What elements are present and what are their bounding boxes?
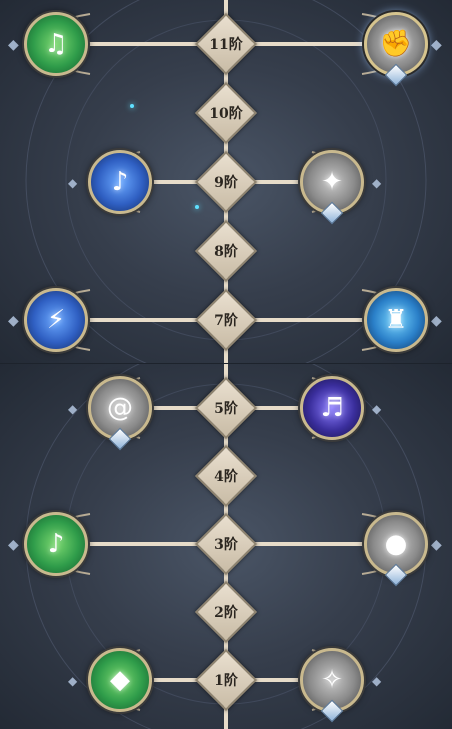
svg-text:◆: ◆ bbox=[431, 537, 442, 553]
tier-label-7: 7阶 bbox=[214, 313, 238, 329]
skill-11-right[interactable]: ✊ bbox=[364, 12, 428, 87]
skill-1-left[interactable]: ◆ bbox=[88, 648, 152, 712]
svg-text:◆: ◆ bbox=[68, 674, 78, 688]
skill-1-right[interactable]: ✧ bbox=[300, 648, 364, 723]
record-notes-icon: ♬ bbox=[320, 393, 344, 423]
tier-label-11: 11阶 bbox=[209, 37, 243, 53]
microphone-stand-icon: ♜ bbox=[384, 305, 408, 335]
music-notes-icon: ♫ bbox=[44, 29, 68, 59]
fist-icon: ✊ bbox=[379, 29, 413, 59]
svg-text:◆: ◆ bbox=[372, 674, 382, 688]
stage-icon: ⚡ bbox=[46, 305, 66, 335]
svg-text:◆: ◆ bbox=[431, 313, 442, 329]
skill-3-left[interactable]: ♪ bbox=[24, 512, 88, 576]
skill-11-left[interactable]: ♫ bbox=[24, 12, 88, 76]
svg-text:◆: ◆ bbox=[372, 402, 382, 416]
droplet-icon: ● bbox=[384, 529, 408, 559]
skill-tree-upper-panel: ◆ ◆ ◆ ◆ ◆ ◆ 11阶 10阶 9阶 8阶 7阶 ♫ ✊ ♪ ✦ ⚡ ♜ bbox=[0, 0, 452, 364]
vortex-icon: @ bbox=[107, 393, 133, 423]
tier-label-9: 9阶 bbox=[214, 175, 238, 191]
sparkle-particle bbox=[195, 205, 199, 209]
svg-text:◆: ◆ bbox=[8, 537, 19, 553]
svg-text:◆: ◆ bbox=[431, 37, 442, 53]
skill-5-left[interactable]: @ bbox=[88, 376, 152, 451]
sparkle-particle bbox=[130, 104, 134, 108]
tier-label-1: 1阶 bbox=[214, 673, 238, 689]
dancer-icon: ♪ bbox=[111, 167, 129, 197]
skill-7-right[interactable]: ♜ bbox=[364, 288, 428, 352]
skill-5-right[interactable]: ♬ bbox=[300, 376, 364, 440]
tier-label-2: 2阶 bbox=[214, 605, 238, 621]
skill-tree-lower-panel: ◆ ◆ ◆ ◆ ◆ ◆ 5阶 4阶 3阶 2阶 1阶 @ ♬ ♪ ● ◆ ✧ bbox=[0, 364, 452, 729]
skill-9-right[interactable]: ✦ bbox=[300, 150, 364, 225]
tier-label-8: 8阶 bbox=[214, 244, 238, 260]
svg-text:◆: ◆ bbox=[68, 402, 78, 416]
wing-icon: ✧ bbox=[321, 665, 343, 695]
skill-3-right[interactable]: ● bbox=[364, 512, 428, 587]
music-note-icon: ♪ bbox=[47, 529, 65, 559]
svg-text:◆: ◆ bbox=[8, 313, 19, 329]
svg-text:◆: ◆ bbox=[8, 37, 19, 53]
figure-sparkle-icon: ✦ bbox=[321, 167, 343, 197]
tier-label-5: 5阶 bbox=[214, 401, 238, 417]
tier-label-10: 10阶 bbox=[209, 106, 243, 122]
tier-label-3: 3阶 bbox=[214, 537, 238, 553]
svg-text:◆: ◆ bbox=[68, 176, 78, 190]
tier-label-4: 4阶 bbox=[214, 469, 238, 485]
skill-7-left[interactable]: ⚡ bbox=[24, 288, 88, 352]
svg-text:◆: ◆ bbox=[372, 176, 382, 190]
skill-9-left[interactable]: ♪ bbox=[88, 150, 152, 214]
crystal-icon: ◆ bbox=[110, 665, 130, 695]
